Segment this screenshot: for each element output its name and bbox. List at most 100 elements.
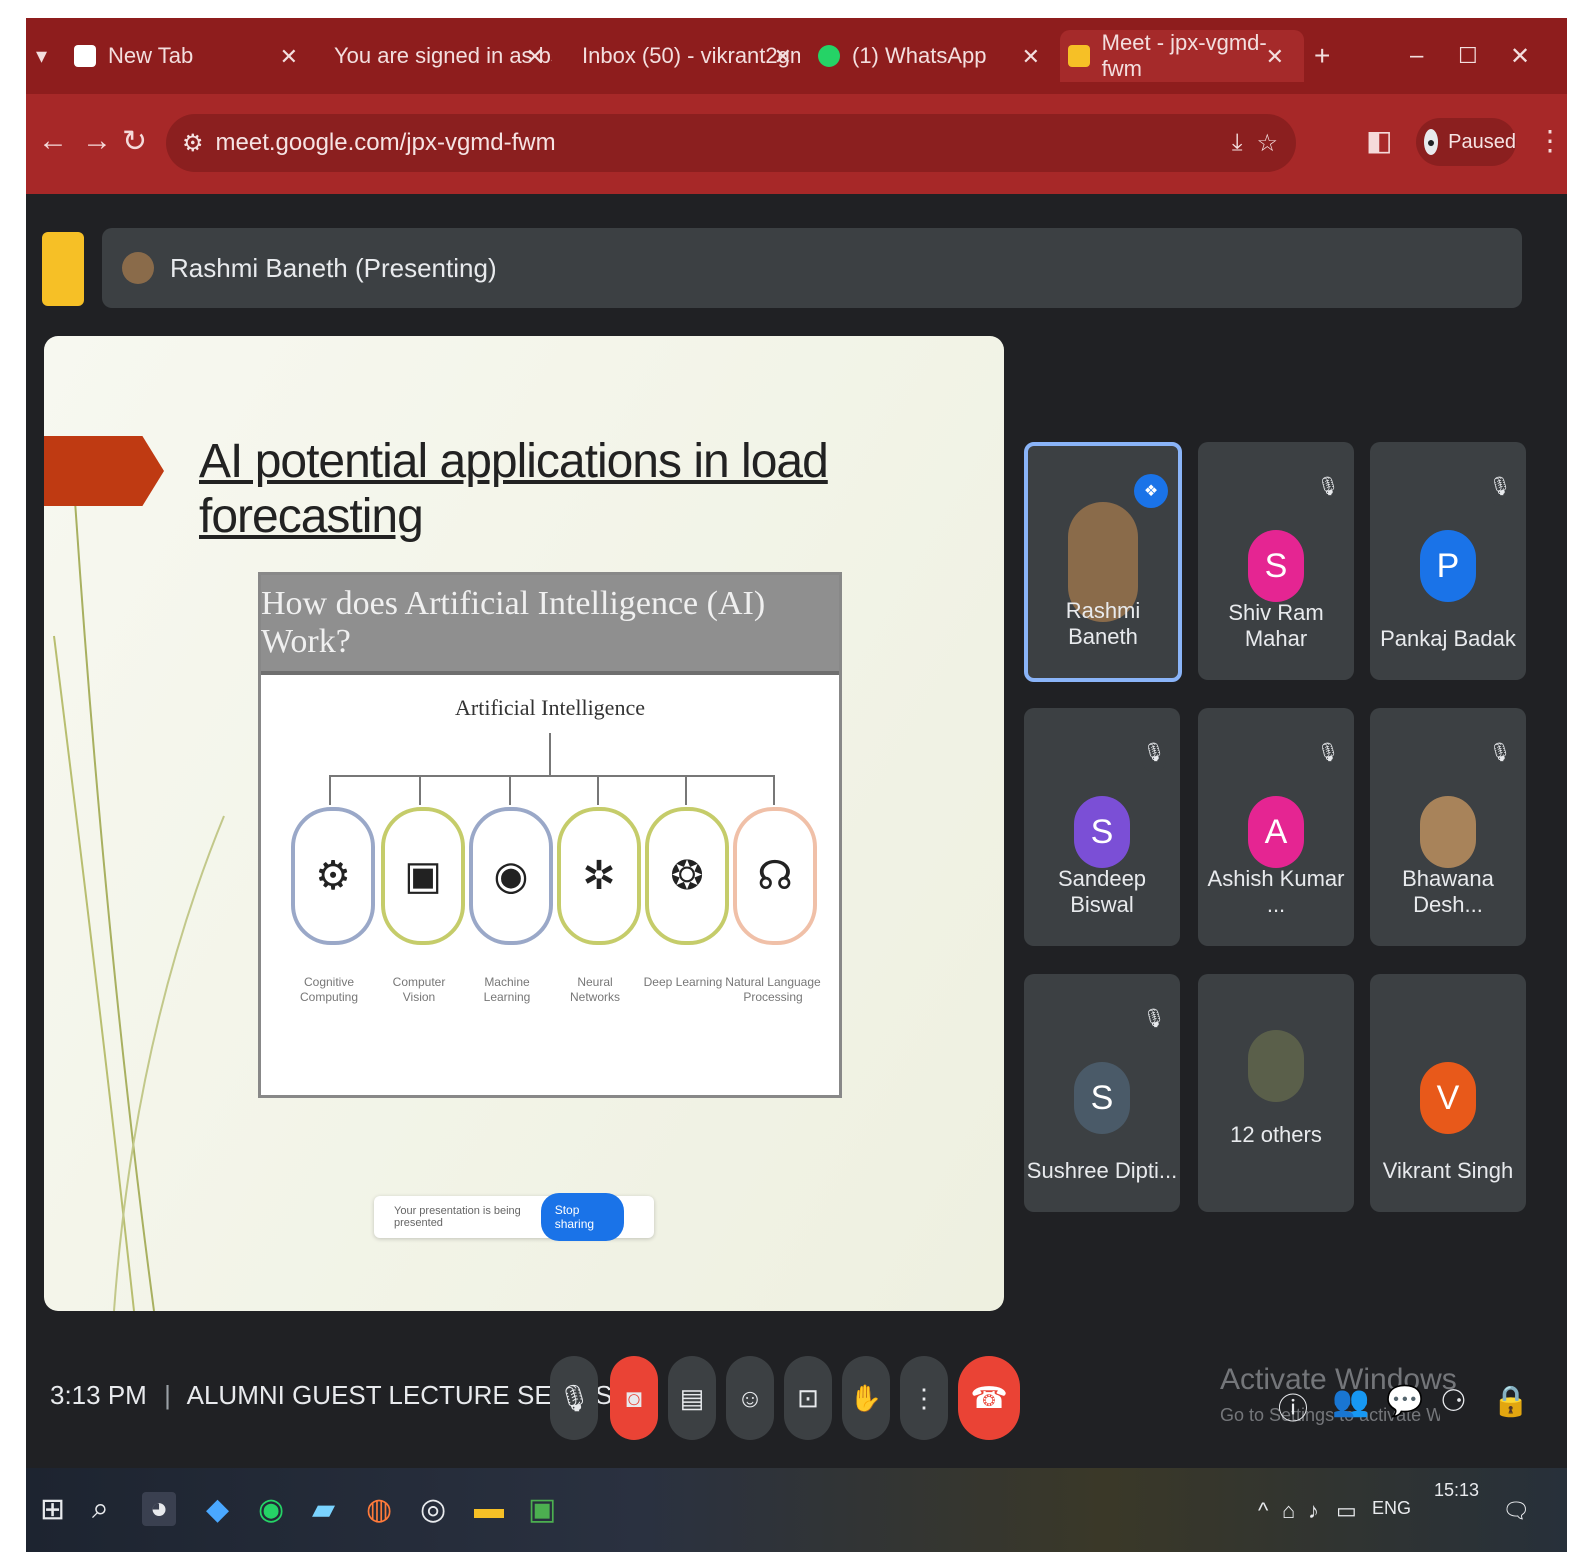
presenting-notice: Your presentation is being presented Sto… bbox=[374, 1193, 654, 1241]
mic-off-icon: 🎙 bbox=[1488, 742, 1512, 772]
whatsapp-taskbar-icon[interactable]: ◉ bbox=[258, 1492, 284, 1527]
app-taskbar-icon[interactable]: ◍ bbox=[366, 1492, 392, 1527]
bookmark-star-icon[interactable]: ☆ bbox=[1256, 129, 1278, 158]
mic-button[interactable]: 🎙 bbox=[550, 1356, 598, 1440]
connector-line bbox=[597, 775, 599, 805]
emoji-button[interactable]: ☺ bbox=[726, 1356, 774, 1440]
screen: ▾ New Tab ✕ You are signed in as bsmv1 ✕… bbox=[26, 18, 1567, 1552]
site-info-icon[interactable]: ⚙ bbox=[182, 129, 204, 158]
host-controls-icon[interactable]: 🔒 bbox=[1492, 1384, 1529, 1419]
branch-label: Neural Networks bbox=[569, 975, 620, 1004]
network-icon[interactable]: ⌂ bbox=[1282, 1498, 1295, 1524]
people-icon[interactable]: 👥 bbox=[1332, 1384, 1369, 1419]
tab-inbox[interactable]: Inbox (50) - vikrant2gm1... ✕ bbox=[570, 30, 800, 82]
meet-icon bbox=[1068, 45, 1090, 67]
activities-icon[interactable]: ⚆ bbox=[1440, 1384, 1467, 1419]
address-bar[interactable]: ⚙ meet.google.com/jpx-vgmd-fwm ⤓ ☆ bbox=[166, 114, 1296, 172]
avatar: P bbox=[1420, 530, 1476, 602]
tab-whatsapp[interactable]: (1) WhatsApp ✕ bbox=[818, 30, 1048, 82]
language-indicator[interactable]: ENG bbox=[1372, 1498, 1411, 1519]
more-options-button[interactable]: ⋮ bbox=[900, 1356, 948, 1440]
avatar: V bbox=[1420, 1062, 1476, 1134]
menu-kebab-icon[interactable]: ⋮ bbox=[1536, 124, 1564, 157]
stop-sharing-button[interactable]: Stop sharing bbox=[540, 1193, 624, 1241]
shared-slide: AI potential applications in load foreca… bbox=[44, 336, 1004, 1311]
branch-icon-vision: ▣ bbox=[381, 807, 465, 945]
participant-tile[interactable]: ❖ Rashmi Baneth bbox=[1024, 442, 1182, 682]
diagram-title: How does Artificial Intelligence (AI) Wo… bbox=[261, 575, 839, 675]
avatar: S bbox=[1248, 530, 1304, 602]
maximize-button[interactable]: ☐ bbox=[1458, 30, 1478, 82]
chrome-taskbar-icon[interactable]: ◕ bbox=[142, 1492, 177, 1526]
tray-chevron-icon[interactable]: ^ bbox=[1258, 1498, 1268, 1524]
presenter-banner[interactable]: Rashmi Baneth (Presenting) bbox=[102, 228, 1522, 308]
hand-icon: ✋ bbox=[849, 1382, 883, 1413]
close-icon: ✕ bbox=[1510, 42, 1531, 70]
forward-icon[interactable]: → bbox=[82, 124, 112, 158]
ai-diagram: How does Artificial Intelligence (AI) Wo… bbox=[258, 572, 842, 1098]
close-icon[interactable]: ✕ bbox=[1022, 44, 1040, 70]
url-text: meet.google.com/jpx-vgmd-fwm bbox=[215, 129, 556, 156]
back-icon[interactable]: ← bbox=[38, 124, 68, 158]
participant-tile[interactable]: 🎙 S Sandeep Biswal bbox=[1024, 708, 1180, 946]
participant-tile[interactable]: 🎙 A Ashish Kumar ... bbox=[1198, 708, 1354, 946]
tab-new-tab[interactable]: New Tab ✕ bbox=[74, 30, 306, 82]
present-button[interactable]: ⊡ bbox=[784, 1356, 832, 1440]
avatar: S bbox=[1074, 796, 1130, 868]
title-arrow bbox=[44, 436, 164, 506]
participant-tile-others[interactable]: 12 others bbox=[1198, 974, 1354, 1212]
download-icon[interactable]: ⤓ bbox=[1232, 129, 1243, 157]
minimize-icon: – bbox=[1410, 42, 1424, 69]
tab-meet[interactable]: Meet - jpx-vgmd-fwm ✕ bbox=[1060, 30, 1304, 82]
raise-hand-button[interactable]: ✋ bbox=[842, 1356, 890, 1440]
close-window-button[interactable]: ✕ bbox=[1510, 30, 1530, 82]
reload-icon[interactable]: ↻ bbox=[122, 124, 147, 159]
close-icon[interactable]: ✕ bbox=[774, 44, 792, 70]
captions-icon: ▤ bbox=[679, 1382, 705, 1413]
windows-start-icon[interactable]: ⊞ bbox=[40, 1492, 65, 1527]
branch-label: Computer Vision bbox=[392, 975, 446, 1004]
participant-tile[interactable]: 🎙 S Shiv Ram Mahar bbox=[1198, 442, 1354, 680]
connector-line bbox=[773, 775, 775, 805]
minimize-button[interactable]: – bbox=[1410, 30, 1423, 82]
captions-button[interactable]: ▤ bbox=[668, 1356, 716, 1440]
more-vert-icon: ⋮ bbox=[911, 1382, 937, 1413]
connector-line bbox=[419, 775, 421, 805]
profile-button[interactable]: ● Paused bbox=[1416, 118, 1516, 166]
participant-tile[interactable]: 🎙 Bhawana Desh... bbox=[1370, 708, 1526, 946]
close-icon[interactable]: ✕ bbox=[280, 44, 298, 70]
leave-call-button[interactable]: ☎ bbox=[958, 1356, 1020, 1440]
taskbar-clock[interactable]: 15:13 bbox=[1434, 1480, 1479, 1501]
app-taskbar-icon[interactable]: ▰ bbox=[312, 1492, 335, 1527]
file-explorer-icon[interactable]: ▬ bbox=[474, 1492, 504, 1526]
participant-tile[interactable]: 🎙 S Sushree Dipti... bbox=[1024, 974, 1180, 1212]
search-icon[interactable]: ⌕ bbox=[92, 1492, 109, 1526]
side-panel-icon[interactable]: ◧ bbox=[1366, 124, 1392, 157]
diagram-root-label: Artificial Intelligence bbox=[455, 695, 645, 720]
meet-logo-icon bbox=[42, 232, 84, 306]
close-icon[interactable]: ✕ bbox=[526, 44, 544, 70]
branch-icon-neural: ✲ bbox=[557, 807, 641, 945]
presenting-bar: Rashmi Baneth (Presenting) bbox=[26, 224, 1567, 308]
camera-button[interactable]: ◙ bbox=[610, 1356, 658, 1440]
battery-icon[interactable]: ▭ bbox=[1336, 1498, 1357, 1524]
tab-signed-in[interactable]: You are signed in as bsmv1 ✕ bbox=[322, 30, 552, 82]
branch-icon-ml: ◉ bbox=[469, 807, 553, 945]
mic-off-icon: 🎙 bbox=[1316, 476, 1340, 506]
meet-control-bar: 3:13 PM | ALUMNI GUEST LECTURE SERIES 🎙 … bbox=[26, 1348, 1567, 1448]
mic-off-icon: 🎙 bbox=[1488, 476, 1512, 506]
participant-tile[interactable]: 🎙 P Pankaj Badak bbox=[1370, 442, 1526, 680]
info-icon[interactable]: ⓘ bbox=[1278, 1384, 1308, 1428]
participant-tile[interactable]: V Vikrant Singh bbox=[1370, 974, 1526, 1212]
branch-icon-cognitive: ⚙ bbox=[291, 807, 375, 945]
chat-icon[interactable]: 💬 bbox=[1386, 1384, 1423, 1419]
notification-icon[interactable]: 🗨 bbox=[1502, 1498, 1530, 1524]
tab-search-button[interactable]: ▾ bbox=[36, 30, 56, 82]
media-taskbar-icon[interactable]: ◎ bbox=[420, 1492, 446, 1527]
app-taskbar-icon[interactable]: ▣ bbox=[528, 1492, 556, 1527]
close-icon[interactable]: ✕ bbox=[1266, 44, 1284, 70]
avatar bbox=[122, 252, 154, 284]
new-tab-button[interactable]: + bbox=[1314, 30, 1330, 82]
volume-icon[interactable]: ♪ bbox=[1308, 1498, 1319, 1524]
app-taskbar-icon[interactable]: ◆ bbox=[206, 1492, 229, 1527]
